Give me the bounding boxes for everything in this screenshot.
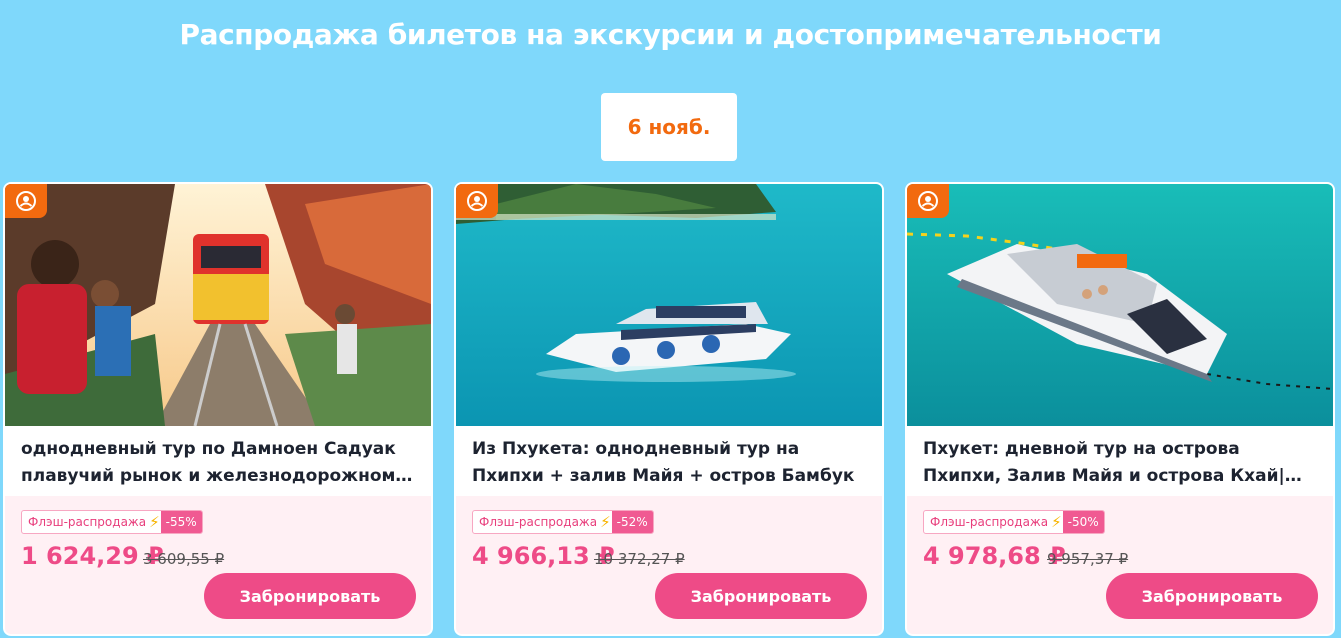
discount-badge: -55% [160,511,202,533]
tour-card[interactable]: однодневный тур по Дамноен Садуак плавуч… [3,182,433,636]
flash-sale-badge: Флэш-распродажа ⚡ -55% [21,510,203,534]
flash-sale-label: Флэш-распродажа [28,515,147,529]
old-price: 10 372,27 ₽ [594,550,685,568]
current-price: 4 978,68 ₽ [923,542,1066,570]
book-button[interactable]: Забронировать [655,573,867,619]
page-headline: Распродажа билетов на экскурсии и достоп… [179,18,1162,51]
tour-title[interactable]: Из Пхукета: однодневный тур на Пхипхи + … [472,436,868,490]
lightning-icon: ⚡ [1051,513,1062,531]
flash-sale-label: Флэш-распродажа [479,515,598,529]
date-chip[interactable]: 6 нояб. [601,93,737,161]
price-section: Флэш-распродажа ⚡ -52% 4 966,13 ₽ 10 372… [456,496,882,634]
flash-sale-badge: Флэш-распродажа ⚡ -52% [472,510,654,534]
book-button[interactable]: Забронировать [204,573,416,619]
tour-guide-icon [456,184,498,218]
tour-photo[interactable] [5,184,431,426]
price-section: Флэш-распродажа ⚡ -50% 4 978,68 ₽ 9 957,… [907,496,1333,634]
tour-card[interactable]: Пхукет: дневной тур на острова Пхипхи, З… [905,182,1335,636]
tour-title[interactable]: Пхукет: дневной тур на острова Пхипхи, З… [923,436,1319,490]
flash-sale-label: Флэш-распродажа [930,515,1049,529]
date-chip-label: 6 нояб. [627,115,711,139]
tour-photo[interactable] [907,184,1333,426]
tour-title[interactable]: однодневный тур по Дамноен Садуак плавуч… [21,436,417,490]
discount-badge: -50% [1062,511,1104,533]
book-button[interactable]: Забронировать [1106,573,1318,619]
price-section: Флэш-распродажа ⚡ -55% 1 624,29 ₽ 3 609,… [5,496,431,634]
lightning-icon: ⚡ [600,513,611,531]
flash-sale-badge: Флэш-распродажа ⚡ -50% [923,510,1105,534]
old-price: 9 957,37 ₽ [1047,550,1129,568]
discount-badge: -52% [611,511,653,533]
tour-photo[interactable] [456,184,882,426]
old-price: 3 609,55 ₽ [143,550,225,568]
tour-guide-icon [5,184,47,218]
tour-card[interactable]: Из Пхукета: однодневный тур на Пхипхи + … [454,182,884,636]
lightning-icon: ⚡ [149,513,160,531]
tour-guide-icon [907,184,949,218]
